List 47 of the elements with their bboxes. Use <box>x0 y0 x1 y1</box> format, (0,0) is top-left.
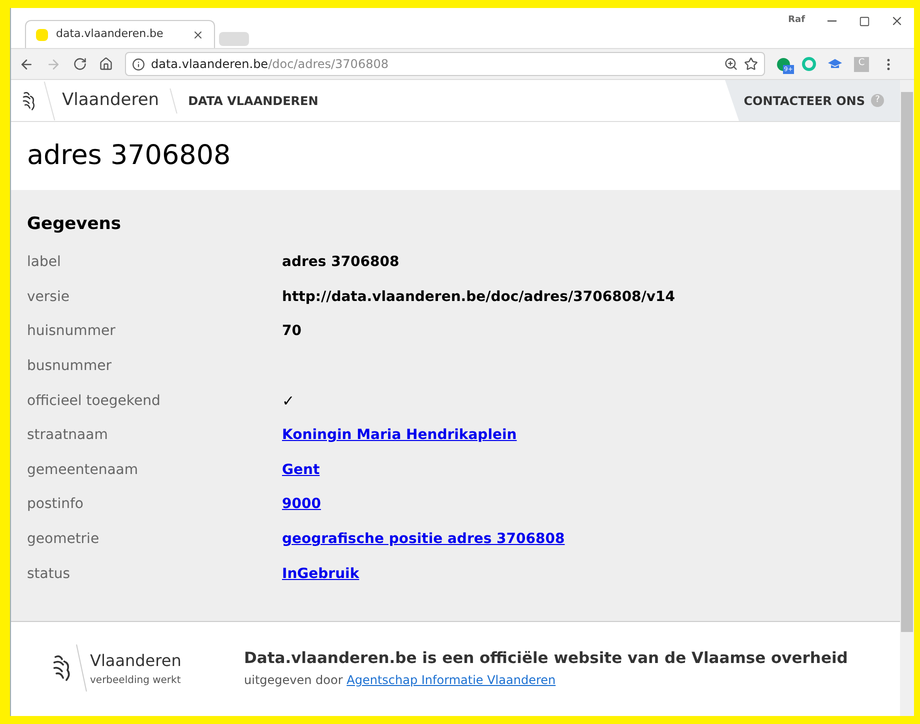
page-title: adres 3706808 <box>27 138 231 173</box>
close-window-icon[interactable] <box>890 14 904 28</box>
profile-name: Raf <box>788 14 805 28</box>
value-link[interactable]: InGebruik <box>282 564 360 585</box>
address-bar[interactable]: data.vlaanderen.be/doc/adres/3706808 <box>125 52 765 76</box>
scrollbar-thumb[interactable] <box>901 92 913 632</box>
value-link[interactable]: Gent <box>282 460 320 481</box>
value-link[interactable]: geografische positie adres 3706808 <box>282 529 565 550</box>
contact-link[interactable]: CONTACTEER ONS ? <box>725 80 900 121</box>
value-link[interactable]: 9000 <box>282 494 321 516</box>
publisher-link[interactable]: Agentschap Informatie Vlaanderen <box>346 672 556 687</box>
field-value: http://data.vlaanderen.be/doc/adres/3706808/v14 <box>282 288 676 307</box>
field-value: 70 <box>282 322 302 342</box>
star-icon[interactable] <box>744 57 758 71</box>
field-label: versie <box>27 288 70 307</box>
field-label: postinfo <box>27 495 84 514</box>
field-label: officieel toegekend <box>27 392 162 411</box>
field-label: label <box>27 253 62 272</box>
field-label: huisnummer <box>27 322 116 342</box>
help-icon: ? <box>871 94 884 107</box>
site-name[interactable]: DATA VLAANDEREN <box>188 92 318 110</box>
check-mark: ✓ <box>282 390 295 412</box>
footer-tagline: verbeelding werkt <box>90 674 182 688</box>
value-link[interactable]: Koningin Maria Hendrikaplein <box>282 425 517 446</box>
field-label: geometrie <box>27 530 100 550</box>
maximize-icon[interactable] <box>859 16 870 26</box>
section-heading: Gegevens <box>27 213 122 236</box>
info-icon <box>132 58 145 70</box>
reload-icon[interactable] <box>73 57 87 71</box>
publisher-text: uitgegeven door Agentschap Informatie Vlaanderen <box>244 672 557 689</box>
zoom-icon[interactable] <box>724 57 738 71</box>
home-icon[interactable] <box>99 57 113 71</box>
favicon-icon <box>36 28 48 40</box>
graduation-cap-icon[interactable] <box>828 58 842 70</box>
footer-statement: Data.vlaanderen.be is een officiële website van de Vlaamse overheid <box>244 648 848 670</box>
back-icon[interactable] <box>19 56 34 72</box>
close-icon[interactable] <box>192 28 204 40</box>
field-label: gemeentenaam <box>27 460 140 480</box>
footer-brand: Vlaanderen <box>90 650 182 672</box>
field-label: status <box>27 564 72 584</box>
url-text: data.vlaanderen.be/doc/adres/3706808 <box>151 56 390 73</box>
field-value: adres 3706808 <box>282 253 400 272</box>
field-label: busnummer <box>27 357 112 376</box>
field-label: straatnaam <box>27 426 109 446</box>
scrollbar[interactable] <box>900 80 914 716</box>
browser-tab[interactable]: data.vlaanderen.be <box>25 20 215 48</box>
brand-name[interactable]: Vlaanderen <box>62 88 160 114</box>
